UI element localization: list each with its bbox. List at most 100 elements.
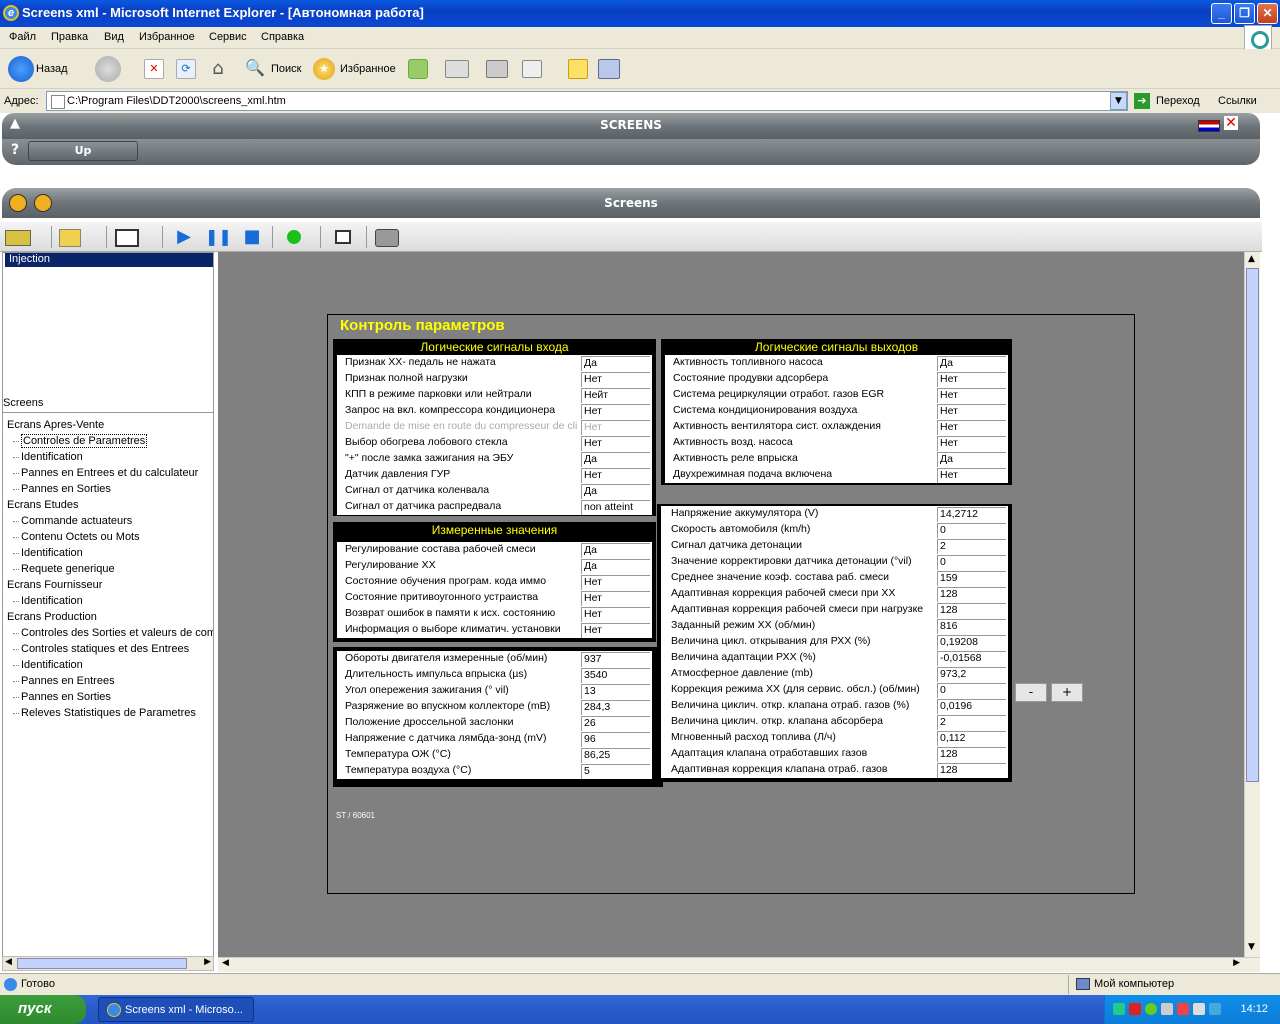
history-icon[interactable] — [408, 59, 428, 79]
tree-group[interactable]: Ecrans Apres-Vente — [3, 417, 213, 433]
start-button[interactable]: пуск — [0, 995, 86, 1024]
dialog-icon[interactable] — [330, 226, 356, 248]
help-button[interactable]: ? — [11, 142, 19, 158]
top-close-icon[interactable]: ✕ — [1224, 116, 1238, 130]
vertical-scrollbar[interactable]: ▲ ▼ — [1244, 252, 1260, 957]
home-icon[interactable]: ⌂ — [207, 58, 229, 80]
tree-item[interactable]: Identification — [3, 449, 213, 465]
go-button[interactable]: Переход — [1156, 95, 1200, 107]
plus-button[interactable]: + — [1051, 683, 1083, 702]
tree-item[interactable]: Controles des Sorties et valeurs de comm — [3, 625, 213, 641]
param-value: 0,112 — [937, 731, 1006, 746]
tree-item[interactable]: Identification — [3, 657, 213, 673]
play-icon[interactable]: ▶ — [170, 226, 198, 248]
scroll-right-icon[interactable]: ▶ — [204, 957, 211, 967]
discuss-icon[interactable] — [568, 59, 588, 79]
forward-arrow-icon[interactable] — [95, 56, 121, 82]
param-row: Температура воздуха (°C) 5 — [337, 763, 652, 779]
tree-item[interactable]: Controles statiques et des Entrees — [3, 641, 213, 657]
camera-icon[interactable] — [374, 226, 412, 248]
tree-item[interactable]: Identification — [3, 545, 213, 561]
tree-item[interactable]: Releves Statistiques de Parametres — [3, 705, 213, 721]
record-green-icon[interactable] — [282, 226, 306, 248]
network-icon[interactable] — [1209, 1003, 1221, 1015]
tree-group[interactable]: Ecrans Production — [3, 609, 213, 625]
screen-code: ST / 60601 — [336, 811, 375, 820]
tree-item-label: Identification — [21, 547, 83, 559]
edit-icon[interactable] — [522, 60, 542, 78]
menu-help[interactable]: Справка — [261, 31, 304, 43]
back-label[interactable]: Назад — [36, 63, 68, 75]
tree-item[interactable]: Requete generique — [3, 561, 213, 577]
tree-item[interactable]: Pannes en Sorties — [3, 481, 213, 497]
tray-icon-5[interactable] — [1177, 1003, 1189, 1015]
back-arrow-icon[interactable] — [8, 56, 34, 82]
tray-icon-2[interactable] — [1129, 1003, 1141, 1015]
tree-item[interactable]: Contenu Octets ou Mots — [3, 529, 213, 545]
tree-item[interactable]: Controles de Parametres — [3, 433, 213, 449]
param-value: Нет — [937, 372, 1006, 387]
tree-item[interactable]: Pannes en Entrees — [3, 673, 213, 689]
tray-icon-4[interactable] — [1161, 1003, 1173, 1015]
tree-item[interactable]: Pannes en Entrees et du calculateur — [3, 465, 213, 481]
minus-button[interactable]: - — [1015, 683, 1047, 702]
address-dropdown-icon[interactable]: ▼ — [1110, 92, 1127, 110]
menu-edit[interactable]: Правка — [51, 31, 88, 43]
tree-item[interactable]: Pannes en Sorties — [3, 689, 213, 705]
maximize-button[interactable]: ❐ — [1234, 3, 1255, 24]
address-input[interactable]: C:\Program Files\DDT2000\screens_xml.htm — [46, 91, 1128, 111]
menu-file[interactable]: Файл — [9, 31, 36, 43]
scroll-up-icon[interactable]: ▲ — [1248, 254, 1255, 264]
volume-icon[interactable] — [1193, 1003, 1205, 1015]
page-icon — [4, 978, 17, 991]
scroll-down-icon[interactable]: ▼ — [1248, 942, 1255, 952]
taskbar-item[interactable]: Screens xml - Microso... — [98, 997, 254, 1022]
param-row: Demande de mise en route du compresseur … — [337, 419, 652, 435]
left-horizontal-scrollbar[interactable]: ◀ ▶ — [2, 956, 214, 971]
flag-icon[interactable] — [1198, 120, 1220, 132]
param-row: Состояние обучения програм. кода иммо Нет — [337, 574, 652, 590]
hscroll-right-icon[interactable]: ▶ — [1233, 958, 1240, 968]
tray-icon-1[interactable] — [1113, 1003, 1125, 1015]
param-label: Регулирование ХХ — [345, 559, 436, 571]
favorites-star-icon[interactable]: ★ — [313, 58, 335, 80]
horizontal-scrollbar[interactable]: ◀ ▶ — [218, 957, 1260, 972]
param-value: 973,2 — [937, 667, 1006, 682]
links-button[interactable]: Ссылки — [1218, 95, 1257, 107]
tray-icon-3[interactable] — [1145, 1003, 1157, 1015]
window-icon[interactable] — [114, 226, 150, 248]
zone-text: Мой компьютер — [1094, 978, 1175, 990]
tree-item[interactable]: Commande actuateurs — [3, 513, 213, 529]
stop-icon[interactable]: ✕ — [144, 59, 164, 79]
menu-tools[interactable]: Сервис — [209, 31, 247, 43]
pause-icon[interactable]: ❚❚ — [204, 226, 232, 248]
tree-group[interactable]: Ecrans Fournisseur — [3, 577, 213, 593]
search-icon[interactable]: 🔍 — [245, 58, 265, 80]
mail-icon[interactable] — [445, 60, 469, 78]
scroll-left-icon[interactable]: ◀ — [5, 957, 12, 967]
menu-favorites[interactable]: Избранное — [139, 31, 195, 43]
hscroll-left-icon[interactable]: ◀ — [222, 958, 229, 968]
up-button[interactable]: Up — [28, 141, 138, 161]
vehicle-icon[interactable] — [4, 226, 40, 248]
param-label: Напряжение с датчика лямбда-зонд (mV) — [345, 732, 547, 744]
messenger-icon[interactable] — [598, 59, 620, 79]
ecu-selected[interactable]: Injection — [5, 253, 213, 267]
tree-item[interactable]: Identification — [3, 593, 213, 609]
print-icon[interactable] — [486, 60, 508, 78]
search-label[interactable]: Поиск — [271, 63, 301, 75]
favorites-label[interactable]: Избранное — [340, 63, 396, 75]
go-arrow-icon[interactable]: ➔ — [1134, 93, 1150, 109]
ecu-folder-icon[interactable] — [58, 226, 94, 248]
menu-view[interactable]: Вид — [104, 31, 124, 43]
param-value: Да — [581, 484, 650, 499]
ie-logo-icon: e — [3, 5, 19, 21]
refresh-icon[interactable]: ⟳ — [176, 59, 196, 79]
stop-square-icon[interactable]: ■ — [238, 226, 266, 248]
minimize-button[interactable]: _ — [1211, 3, 1232, 24]
vscroll-thumb[interactable] — [1246, 268, 1259, 782]
close-button[interactable]: ✕ — [1257, 3, 1278, 24]
tree-group[interactable]: Ecrans Etudes — [3, 497, 213, 513]
param-row: Сигнал от датчика коленвала Да — [337, 483, 652, 499]
scroll-thumb[interactable] — [17, 958, 187, 969]
